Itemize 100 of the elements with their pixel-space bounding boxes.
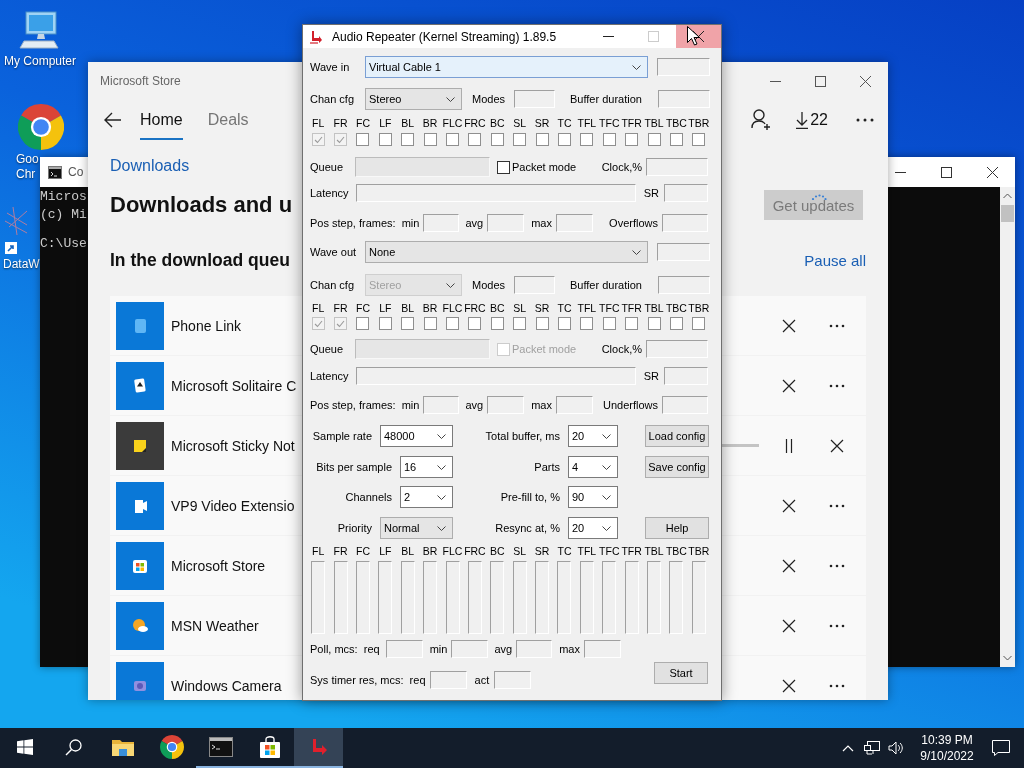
channel-checkbox[interactable] <box>490 317 504 330</box>
channel-checkbox[interactable] <box>490 133 504 146</box>
shortcut-icon[interactable] <box>3 205 29 255</box>
config-button[interactable]: Help <box>645 517 709 539</box>
channel-checkbox[interactable] <box>513 317 527 330</box>
field-label: Modes <box>472 279 507 291</box>
chevron-down-icon[interactable] <box>1003 655 1012 661</box>
channel-checkbox[interactable] <box>625 133 639 146</box>
channel-label: TC <box>557 116 572 130</box>
channel-label: BL <box>401 301 415 315</box>
channel-checkbox[interactable] <box>513 133 527 146</box>
channel-checkbox[interactable] <box>468 133 482 146</box>
caret-icon <box>602 433 611 439</box>
start-icon[interactable] <box>16 739 33 755</box>
channel-checkbox[interactable] <box>378 317 392 330</box>
readout-field <box>423 214 460 232</box>
channel-checkbox[interactable] <box>535 133 549 146</box>
channel-checkbox[interactable] <box>401 317 415 330</box>
channel-checkbox[interactable] <box>602 133 616 146</box>
console-icon <box>48 165 62 179</box>
notification-icon[interactable] <box>992 740 1010 756</box>
channel-checkbox[interactable] <box>602 317 616 330</box>
channel-checkbox[interactable] <box>669 317 683 330</box>
channel-config-dropdown[interactable]: Stereo <box>365 88 462 110</box>
channel-checkbox[interactable] <box>311 133 325 146</box>
channel-checkbox[interactable] <box>334 133 348 146</box>
config-button[interactable]: Load config <box>645 425 709 447</box>
channel-checkbox[interactable] <box>468 317 482 330</box>
channel-checkbox[interactable] <box>378 133 392 146</box>
readout-field <box>657 58 710 76</box>
channel-checkbox[interactable] <box>423 317 437 330</box>
search-icon[interactable] <box>65 738 82 756</box>
more-icon <box>829 323 845 328</box>
setting-dropdown[interactable]: 20 <box>568 517 618 539</box>
computer-icon[interactable] <box>18 8 62 52</box>
channel-checkbox[interactable] <box>580 133 594 146</box>
channel-checkbox[interactable] <box>625 317 639 330</box>
setting-dropdown[interactable]: 4 <box>568 456 618 478</box>
shopping-bag-icon[interactable] <box>257 735 282 759</box>
folder-icon[interactable] <box>111 738 134 756</box>
more-button[interactable] <box>856 118 874 122</box>
browser-icon[interactable] <box>159 735 184 759</box>
nav-tab[interactable]: Home <box>140 100 183 140</box>
packet-mode-checkbox[interactable]: Packet mode <box>497 160 577 174</box>
setting-dropdown[interactable]: 48000 <box>380 425 453 447</box>
channel-checkbox[interactable] <box>558 133 571 146</box>
setting-dropdown[interactable]: 20 <box>568 425 618 447</box>
channel-checkbox[interactable] <box>401 133 415 146</box>
app-name: Microsoft Sticky Not <box>171 437 295 454</box>
console-icon[interactable] <box>208 737 233 757</box>
field-label: Channels <box>344 491 392 503</box>
setting-dropdown[interactable]: 90 <box>568 486 618 508</box>
field-label: Parts <box>533 461 560 473</box>
field-label: Sys timer res, mcs: req <box>310 674 426 686</box>
console-line: C:\Use <box>40 235 87 253</box>
channel-checkbox[interactable] <box>446 133 460 146</box>
add-user-icon[interactable] <box>751 109 772 131</box>
setting-dropdown[interactable]: Normal <box>380 517 453 539</box>
field-label: Poll, mcs: req <box>310 643 380 655</box>
scrollbar-thumb[interactable] <box>1001 205 1014 222</box>
channel-checkbox[interactable] <box>669 133 683 146</box>
scrollbar[interactable] <box>1000 187 1015 667</box>
setting-dropdown[interactable]: 2 <box>400 486 453 508</box>
readout-field <box>583 640 621 658</box>
more-icon <box>829 503 845 508</box>
device-dropdown[interactable]: None <box>365 241 648 263</box>
channel-checkbox[interactable] <box>558 317 571 330</box>
channel-checkbox[interactable] <box>535 317 549 330</box>
start-button[interactable]: Start <box>654 662 708 684</box>
channel-label: TBL <box>644 544 664 558</box>
channel-checkbox[interactable] <box>647 133 661 146</box>
field-label: SR <box>643 370 659 382</box>
caret-icon <box>632 249 641 255</box>
channel-checkbox[interactable] <box>423 133 437 146</box>
device-dropdown[interactable]: Virtual Cable 1 <box>365 56 648 78</box>
channel-checkbox[interactable] <box>647 317 661 330</box>
app-name: VP9 Video Extensio <box>171 497 295 514</box>
channel-checkbox[interactable] <box>692 317 706 330</box>
clock[interactable]: 10:39 PM 9/10/2022 <box>916 728 978 768</box>
setting-dropdown[interactable]: 16 <box>400 456 453 478</box>
channel-checkbox[interactable] <box>356 133 370 146</box>
network-icon[interactable] <box>864 741 880 755</box>
channel-checkbox[interactable] <box>311 317 325 330</box>
breadcrumb-link[interactable]: Downloads <box>110 156 190 176</box>
readout-field <box>451 640 489 658</box>
back-arrow-icon[interactable] <box>104 112 122 128</box>
config-button[interactable]: Save config <box>645 456 709 478</box>
pause-all-link[interactable]: Pause all <box>804 251 866 269</box>
app-icon <box>116 301 164 350</box>
nav-tab[interactable]: Deals <box>207 100 249 140</box>
channel-checkbox[interactable] <box>334 317 348 330</box>
channel-checkbox[interactable] <box>356 317 370 330</box>
speaker-icon[interactable] <box>888 741 904 755</box>
channel-label: TFL <box>577 301 597 315</box>
channel-label: BL <box>401 116 415 130</box>
channel-checkbox[interactable] <box>446 317 460 330</box>
caret-icon <box>602 525 611 531</box>
channel-checkbox[interactable] <box>692 133 706 146</box>
downloads-button[interactable]: 22 <box>796 111 828 129</box>
channel-checkbox[interactable] <box>580 317 594 330</box>
